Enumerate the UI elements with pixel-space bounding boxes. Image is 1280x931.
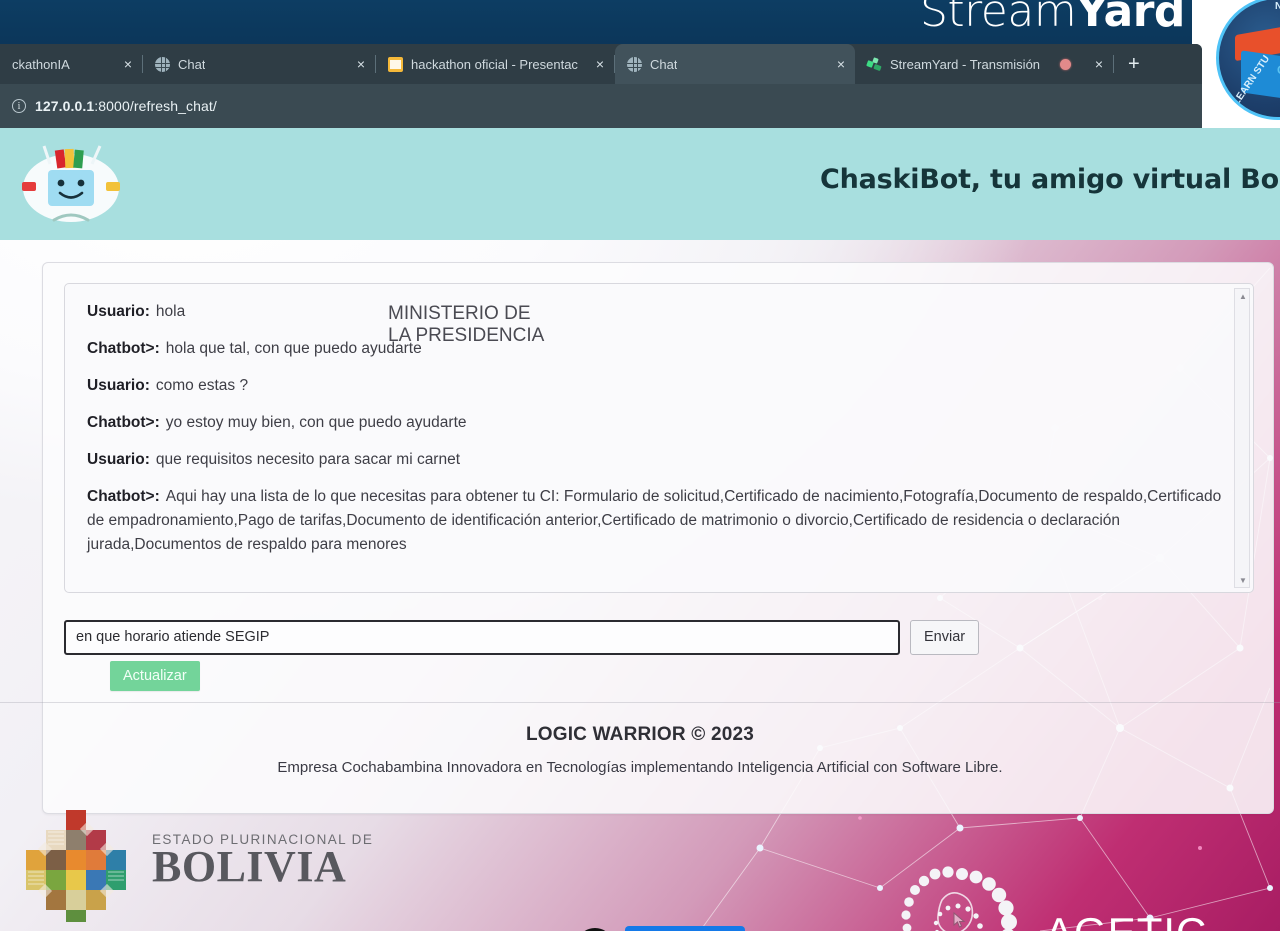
ministry-line-2: LA PRESIDENCIA — [388, 324, 545, 346]
browser-tabstrip: ckathonIA × Chat × hackathon oficial - P… — [0, 44, 1202, 84]
url-text: 127.0.0.1:8000/refresh_chat/ — [35, 98, 217, 114]
browser-tab-1[interactable]: Chat × — [143, 44, 375, 84]
refresh-button[interactable]: Actualizar — [110, 661, 200, 691]
footer-subtitle: Empresa Cochabambina Innovadora en Tecno… — [277, 759, 1003, 776]
browser-chrome: ckathonIA × Chat × hackathon oficial - P… — [0, 44, 1202, 128]
app-header: ChaskiBot, tu amigo virtual Boliviano — [0, 128, 1280, 240]
footer-divider — [0, 702, 1280, 703]
tab-close-icon[interactable]: × — [827, 57, 845, 71]
browser-tab-title: ckathonIA — [12, 56, 70, 72]
chat-message-text: yo estoy muy bien, con que puedo ayudart… — [165, 414, 467, 432]
browser-tab-4[interactable]: StreamYard - Transmisión × — [855, 44, 1113, 84]
chat-transcript: Usuario hola Chatbot> hola que tal, con qu… — [64, 283, 1254, 593]
chat-message: Usuario como estas ? — [87, 374, 1231, 398]
globe-icon — [627, 56, 642, 72]
chat-input[interactable]: en que horario atiende SEGIP — [64, 619, 900, 655]
globe-icon — [155, 56, 170, 72]
agetic-logo: AGETIC Digitalizando Bolivia — [890, 864, 1240, 931]
chaskibot-logo-icon — [22, 145, 120, 222]
tab-close-icon[interactable]: × — [347, 57, 365, 71]
browser-tab-2[interactable]: hackathon oficial - Presentacion × — [376, 44, 614, 84]
event-badge: N CO LEARN STU — [1192, 0, 1280, 134]
new-tab-button[interactable]: + — [1114, 54, 1154, 74]
browser-tab-3[interactable]: Chat × — [615, 44, 855, 84]
chat-message-text: que requisitos necesito para sacar mi ca… — [155, 451, 461, 469]
recording-indicator-icon — [1060, 58, 1072, 70]
bolivia-main-text: BOLIVIA — [152, 842, 347, 891]
chakana-bolivia-emblem-icon — [26, 810, 126, 922]
bolivia-wordmark: ESTADO PLURINACIONAL DE BOLIVIA — [152, 832, 373, 891]
ministry-line-1: MINISTERIO DE — [388, 303, 531, 324]
send-button[interactable]: Enviar — [910, 619, 980, 655]
browser-tab-title: Chat — [650, 56, 678, 72]
chat-message: Usuario hola — [87, 300, 1231, 324]
footer-title: LOGIC WARRIOR © 2023 — [525, 724, 755, 745]
event-badge-top-text: N — [1275, 1, 1280, 12]
screenshot-root: StreamYard N CO LEARN STU ckathonIA × Ch… — [0, 0, 1280, 931]
chat-scrollbar[interactable]: ▲ ▼ — [1234, 288, 1250, 588]
site-info-icon[interactable]: i — [12, 99, 26, 113]
chat-message-author: Chatbot> — [87, 488, 160, 505]
streamyard-icon — [866, 56, 882, 72]
streamyard-wordmark-light: Stream — [920, 0, 1077, 37]
streamyard-wordmark-bold: Yard — [1076, 0, 1185, 37]
slides-icon — [388, 56, 403, 72]
chat-message: Chatbot> hola que tal, con que puedo ayud… — [87, 337, 1231, 361]
chat-message-text: Aqui hay una lista de lo que necesitas p… — [87, 488, 1222, 554]
browser-tab-title: hackathon oficial - Presentacion — [411, 56, 578, 72]
ministry-label: MINISTERIO DE LA PRESIDENCIA — [388, 303, 544, 347]
browser-tab-0[interactable]: ckathonIA × — [0, 44, 142, 84]
chat-message-author: Chatbot> — [87, 414, 160, 431]
chat-message-author: Usuario — [87, 451, 150, 468]
url-path: :8000/refresh_chat/ — [94, 98, 217, 114]
agetic-spiral-icon — [901, 866, 1017, 931]
browser-urlbar[interactable]: i 127.0.0.1:8000/refresh_chat/ — [0, 84, 1202, 128]
scroll-down-icon[interactable]: ▼ — [1235, 573, 1251, 587]
browser-tab-title: StreamYard - Transmisión — [890, 56, 1041, 72]
chat-message-text: hola — [155, 303, 186, 320]
url-host: 127.0.0.1 — [35, 98, 95, 114]
tab-close-icon[interactable]: × — [1085, 57, 1103, 71]
browser-tab-title: Chat — [178, 56, 206, 72]
chat-message: Chatbot>Aqui hay una lista de lo que nec… — [87, 485, 1231, 557]
streamyard-wordmark: StreamYard — [920, 0, 1185, 37]
event-badge-circle: N CO LEARN STU — [1216, 0, 1280, 120]
tab-close-icon[interactable]: × — [586, 57, 604, 71]
agetic-wordmark: AGETIC — [1045, 912, 1207, 931]
web-page: ChaskiBot, tu amigo virtual Boliviano Us… — [0, 128, 1280, 931]
scroll-up-icon[interactable]: ▲ — [1235, 289, 1251, 303]
chat-message-author: Chatbot> — [87, 340, 160, 357]
chat-message: Chatbot> yo estoy muy bien, con que puedo… — [87, 411, 1231, 435]
tab-close-icon[interactable]: × — [114, 57, 132, 71]
chat-message-text: hola que tal, con que puedo ayudarte — [165, 340, 422, 358]
chat-input-row: en que horario atiende SEGIP Enviar — [64, 619, 1254, 655]
chat-message-author: Usuario — [87, 377, 150, 394]
chat-message-text: como estas ? — [155, 377, 249, 395]
page-title: ChaskiBot, tu amigo virtual Boliviano — [820, 164, 1280, 195]
chat-message-author: Usuario — [87, 303, 150, 320]
chat-message: Usuario que requisitos necesito para saca… — [87, 448, 1231, 472]
